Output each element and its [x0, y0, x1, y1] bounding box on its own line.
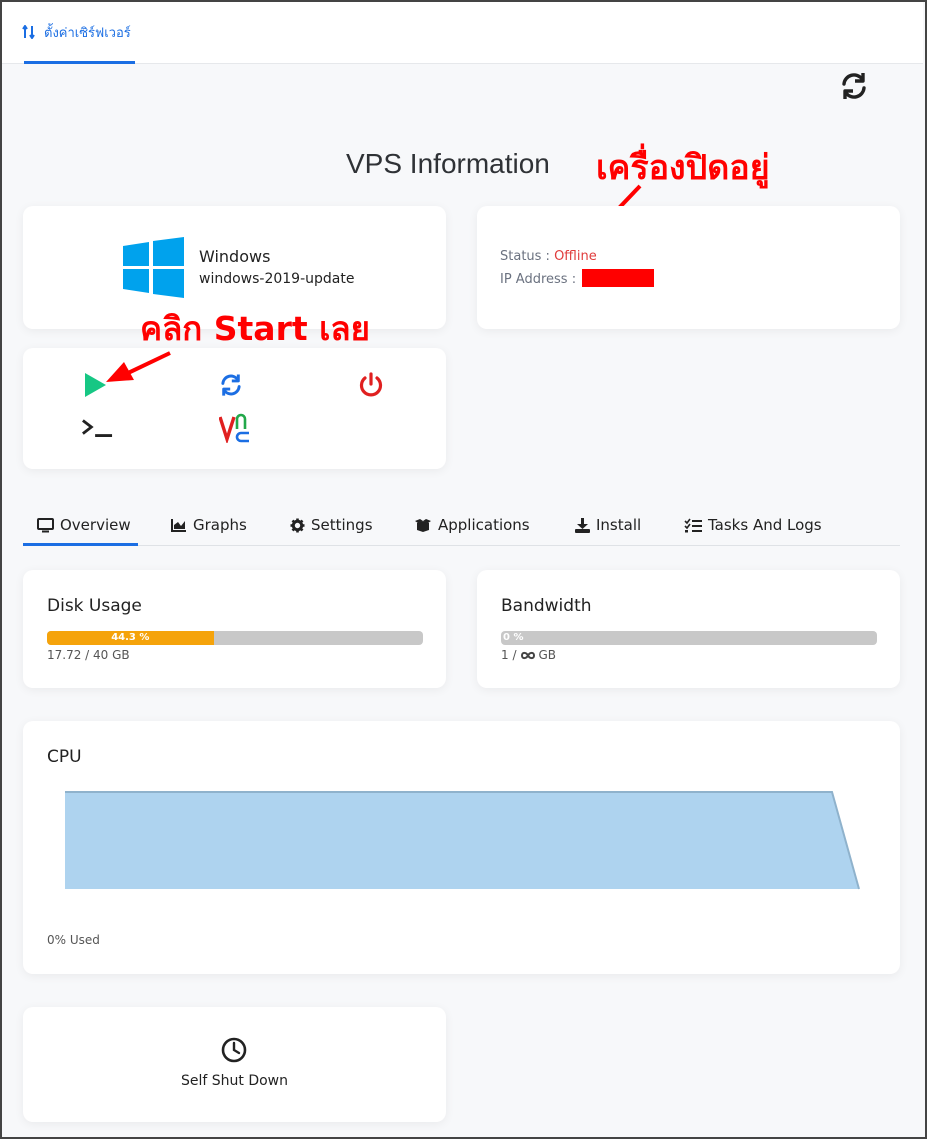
tab-graphs[interactable]: Graphs: [171, 505, 247, 545]
refresh-icon[interactable]: [838, 70, 870, 102]
status-row: Status : Offline: [500, 249, 597, 264]
top-navigation: ตั้งค่าเซิร์ฟเวอร์: [2, 2, 923, 64]
tab-overview-label: Overview: [60, 516, 131, 534]
download-icon: [575, 517, 590, 533]
boxes-icon: [415, 519, 431, 532]
self-shutdown-card[interactable]: Self Shut Down: [23, 1007, 446, 1122]
clock-icon: [221, 1037, 247, 1063]
self-shutdown-label: Self Shut Down: [180, 1073, 288, 1089]
annotation-arrow-start: [106, 351, 171, 382]
tab-install-label: Install: [596, 516, 642, 534]
restart-button[interactable]: [215, 369, 247, 401]
area-chart-icon: [171, 519, 186, 532]
ip-row: IP Address :: [500, 269, 655, 287]
power-off-button[interactable]: [355, 369, 387, 401]
terminal-icon: [82, 419, 113, 437]
tab-applications-label: Applications: [438, 516, 530, 534]
disk-usage-bar-fill: 44.3 %: [47, 631, 214, 645]
tab-graphs-label: Graphs: [193, 516, 247, 534]
tab-settings-label: Settings: [311, 516, 373, 534]
bandwidth-used: 1 /: [501, 648, 517, 662]
vps-tabs: Overview Graphs Settings Applications In…: [23, 505, 900, 546]
ip-redacted: [582, 269, 655, 287]
page-title: VPS Information: [346, 148, 550, 179]
disk-usage-caption: 17.72 / 40 GB: [47, 648, 130, 662]
console-button[interactable]: [81, 412, 113, 444]
bandwidth-caption: 1 / GB: [501, 648, 556, 662]
os-name: Windows: [199, 247, 271, 266]
tasks-icon: [684, 518, 702, 532]
tab-applications[interactable]: Applications: [414, 505, 530, 545]
cpu-card: CPU 0% Used: [23, 721, 900, 974]
windows-logo-icon: [123, 237, 184, 298]
tab-server-settings-label: ตั้งค่าเซิร์ฟเวอร์: [44, 25, 131, 41]
cpu-usage-area: [65, 791, 859, 889]
bandwidth-bar-label: 0 %: [503, 632, 524, 643]
infinity-icon: [520, 651, 535, 659]
cpu-usage-caption: 0% Used: [47, 933, 100, 947]
disk-usage-title: Disk Usage: [47, 596, 142, 616]
tab-install[interactable]: Install: [575, 505, 641, 545]
power-icon: [359, 372, 383, 397]
monitor-icon: [37, 517, 54, 532]
os-image-name: windows-2019-update: [199, 271, 355, 287]
tab-tasks-and-logs-label: Tasks And Logs: [708, 516, 822, 534]
sliders-icon: [22, 25, 35, 39]
bandwidth-bar: 0 %: [501, 631, 877, 645]
bandwidth-unit: GB: [538, 648, 557, 662]
vnc-icon: [219, 413, 249, 443]
vnc-button[interactable]: [219, 412, 251, 444]
active-tab-indicator: [23, 543, 138, 546]
active-tab-indicator: [24, 61, 135, 64]
actions-card: [23, 348, 446, 469]
gear-icon: [290, 518, 305, 532]
tab-server-settings[interactable]: ตั้งค่าเซิร์ฟเวอร์: [22, 2, 135, 62]
tab-overview[interactable]: Overview: [37, 505, 131, 545]
bandwidth-title: Bandwidth: [501, 596, 592, 616]
bandwidth-card: Bandwidth 0 % 1 / GB: [477, 570, 900, 688]
restart-icon: [221, 374, 241, 396]
disk-usage-bar: 44.3 %: [47, 631, 423, 645]
tab-tasks-and-logs[interactable]: Tasks And Logs: [684, 505, 822, 545]
ip-label: IP Address :: [500, 272, 581, 287]
cpu-usage-chart: [65, 791, 860, 890]
disk-usage-card: Disk Usage 44.3 % 17.72 / 40 GB: [23, 570, 446, 688]
status-label: Status :: [500, 249, 555, 264]
tab-settings[interactable]: Settings: [290, 505, 373, 545]
status-value: Offline: [554, 249, 597, 264]
status-card: Status : Offline IP Address :: [477, 206, 900, 329]
